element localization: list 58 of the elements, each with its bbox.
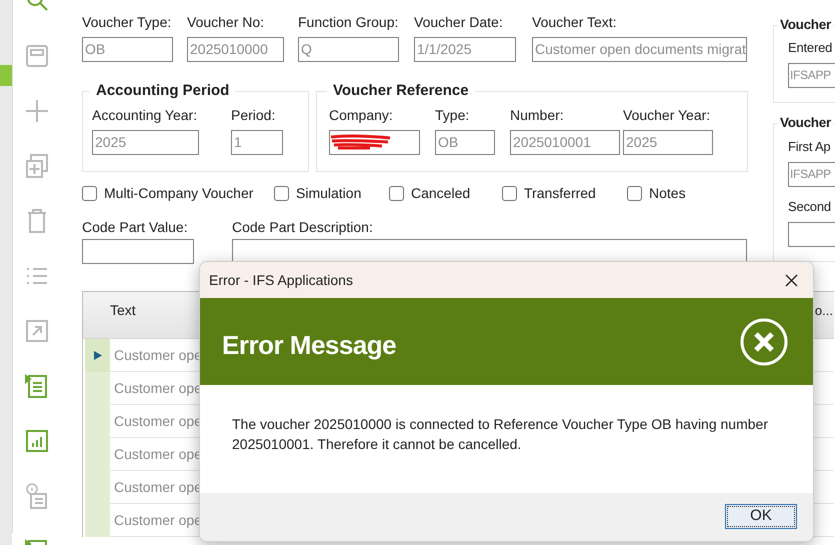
checkbox[interactable] — [82, 186, 97, 201]
checkbox[interactable] — [389, 186, 404, 201]
text-field[interactable] — [82, 239, 194, 264]
text-field[interactable] — [329, 130, 420, 154]
checkbox-label: Notes — [649, 184, 686, 203]
row-pointer-icon — [94, 351, 102, 360]
text-field[interactable]: 2025010000 — [187, 37, 284, 62]
text-field[interactable]: OB — [435, 130, 495, 154]
field-label: Company: — [329, 106, 394, 122]
text-field[interactable]: 2025010001 — [510, 130, 620, 154]
error-icon — [740, 318, 788, 366]
checkbox-label: Simulation — [296, 184, 362, 203]
checkbox-label: Transferred — [524, 184, 596, 203]
column-header[interactable]: Text — [110, 298, 136, 322]
checkbox[interactable] — [627, 186, 642, 201]
chart-icon[interactable] — [24, 428, 48, 454]
checkbox[interactable] — [274, 186, 289, 201]
field-label: Period: — [231, 106, 276, 122]
checkbox-label: Multi-Company Voucher — [104, 184, 254, 203]
text-field[interactable]: 1/1/2025 — [414, 37, 516, 62]
field-label: Code Part Value: — [82, 219, 189, 235]
dialog-heading: Error Message — [222, 329, 396, 362]
redaction-scribble — [330, 134, 392, 150]
ok-button[interactable]: OK — [725, 504, 797, 529]
text-field[interactable]: IFSAPP — [788, 162, 835, 186]
text-field[interactable]: Customer open documents migrat — [532, 37, 747, 62]
field-label: Function Group: — [298, 14, 400, 30]
list-doc-icon[interactable] — [24, 373, 48, 399]
row-header[interactable] — [85, 339, 110, 372]
field-label: First Ap — [788, 138, 832, 154]
selection-marker — [0, 65, 12, 86]
dialog-title: Error - IFS Applications — [209, 270, 353, 290]
field-label: Type: — [435, 106, 470, 122]
text-field[interactable]: OB — [82, 37, 173, 62]
text-field[interactable]: 1 — [231, 130, 283, 154]
field-label: Code Part Description: — [232, 219, 374, 235]
text-field[interactable]: 2025 — [623, 130, 713, 154]
field-label: Accounting Year: — [92, 106, 198, 122]
checkbox-label: Canceled — [411, 184, 470, 203]
text-field[interactable]: 2025 — [92, 130, 199, 154]
error-message: The voucher 2025010000 is connected to Reference Voucher Type OB having number 2025010001. Therefore it cannot be cancelled. — [232, 415, 769, 454]
close-icon — [784, 274, 798, 286]
group-title: Voucher Reference — [332, 81, 470, 101]
field-label: Voucher Year: — [623, 106, 712, 122]
group-title: Voucher — [779, 16, 832, 34]
field-label: Voucher Date: — [414, 14, 504, 30]
field-label: Second — [788, 198, 832, 214]
text-field[interactable]: Q — [298, 37, 399, 62]
group-title: Accounting Period — [95, 81, 230, 101]
field-label: Entered — [788, 40, 834, 56]
field-label: Number: — [510, 106, 565, 122]
text-field[interactable]: IFSAPP — [788, 63, 835, 88]
column-header[interactable]: o... — [814, 301, 833, 321]
field-label: Voucher Text: — [532, 14, 618, 30]
checkbox[interactable] — [502, 186, 517, 201]
field-label: Voucher No: — [187, 14, 266, 30]
field-label: Voucher Type: — [82, 14, 172, 30]
group-title: Voucher — [779, 114, 832, 132]
